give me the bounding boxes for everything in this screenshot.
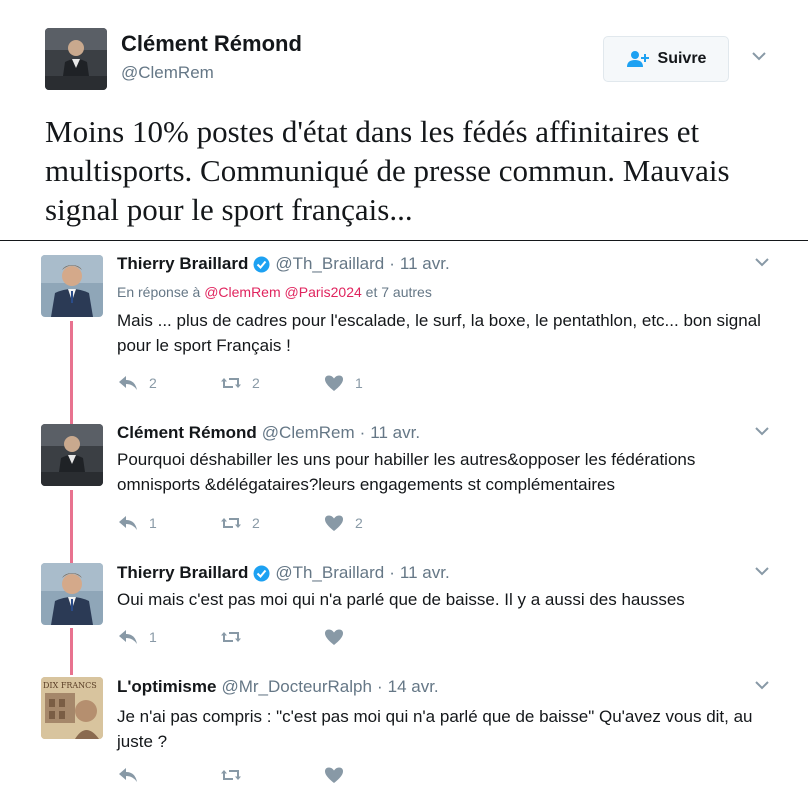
reply-action[interactable] <box>117 766 220 784</box>
retweet-icon <box>221 518 241 528</box>
retweet-count: 2 <box>252 515 260 531</box>
separator-dot: · <box>389 254 395 273</box>
reply-author-handle[interactable]: @Th_Braillard <box>275 254 384 274</box>
heart-icon <box>325 375 343 391</box>
main-author-avatar[interactable] <box>45 28 107 90</box>
reply-author-name[interactable]: Thierry Braillard <box>117 563 248 583</box>
like-action[interactable] <box>323 628 426 646</box>
like-action[interactable] <box>323 766 426 784</box>
tweet-actions: 1 <box>117 628 426 646</box>
follow-button-label: Suivre <box>657 50 707 67</box>
in-reply-prefix: En réponse à <box>117 284 201 300</box>
reply-count: 1 <box>149 515 157 531</box>
separator-dot: · <box>389 563 395 582</box>
chevron-down-icon[interactable] <box>751 50 767 62</box>
main-author-handle[interactable]: @ClemRem <box>121 63 214 83</box>
retweet-action[interactable] <box>220 628 323 646</box>
tweet-actions <box>117 766 426 784</box>
reply-icon <box>119 630 137 644</box>
reply-author-name[interactable]: Clément Rémond <box>117 423 257 443</box>
reply-text: Oui mais c'est pas moi qui n'a parlé que… <box>117 590 685 609</box>
retweet-action[interactable]: 2 <box>220 514 323 532</box>
person-add-icon <box>626 51 649 67</box>
like-action[interactable]: 2 <box>323 514 426 532</box>
reply-avatar[interactable]: DIX FRANCS <box>41 677 103 739</box>
retweet-action[interactable] <box>220 766 323 784</box>
follow-button[interactable]: Suivre <box>603 36 729 82</box>
thread-line <box>70 628 73 675</box>
in-reply-to: En réponse à @ClemRem @Paris2024 et 7 au… <box>117 284 432 300</box>
heart-icon <box>325 515 343 531</box>
reply-icon <box>119 516 137 530</box>
chevron-down-icon[interactable] <box>754 425 770 437</box>
main-tweet-text: Moins 10% postes d'état dans les fédés a… <box>45 114 730 227</box>
reply-text: Je n'ai pas compris : "c'est pas moi qui… <box>117 707 753 751</box>
reply-text: Mais ... plus de cadres pour l'escalade,… <box>117 311 761 355</box>
reply-action[interactable]: 2 <box>117 374 220 392</box>
retweet-action[interactable]: 2 <box>220 374 323 392</box>
verified-badge-icon <box>253 256 270 272</box>
chevron-down-icon[interactable] <box>754 565 770 577</box>
like-count: 1 <box>355 375 363 391</box>
chevron-down-icon[interactable] <box>754 679 770 691</box>
thread-line <box>70 490 73 563</box>
in-reply-suffix[interactable]: et 7 autres <box>366 284 432 300</box>
reply-author-name[interactable]: Thierry Braillard <box>117 254 248 274</box>
heart-icon <box>325 767 343 783</box>
reply-author-handle[interactable]: @Mr_DocteurRalph <box>221 677 371 697</box>
reply-avatar[interactable] <box>41 563 103 625</box>
retweet-icon <box>221 378 241 388</box>
reply-avatar[interactable] <box>41 255 103 317</box>
chevron-down-icon[interactable] <box>754 256 770 268</box>
heart-icon <box>325 629 343 645</box>
retweet-icon <box>221 770 241 780</box>
reply-icon <box>119 376 137 390</box>
reply-icon <box>119 768 137 782</box>
reply-timestamp[interactable]: 14 avr. <box>388 677 439 697</box>
separator-dot: · <box>359 423 366 442</box>
tweet-actions: 2 2 1 <box>117 374 426 392</box>
reply-author-handle[interactable]: @ClemRem <box>262 423 355 443</box>
reply-timestamp[interactable]: 11 avr. <box>370 423 420 443</box>
retweet-count: 2 <box>252 375 260 391</box>
reply-author-name[interactable]: L'optimisme <box>117 677 216 697</box>
like-action[interactable]: 1 <box>323 374 426 392</box>
reply-avatar[interactable] <box>41 424 103 486</box>
reply-text: Pourquoi déshabiller les uns pour habill… <box>117 450 696 494</box>
main-author-name[interactable]: Clément Rémond <box>121 31 302 57</box>
reply-author-handle[interactable]: @Th_Braillard <box>275 563 384 583</box>
reply-action[interactable]: 1 <box>117 514 220 532</box>
reply-action[interactable]: 1 <box>117 628 220 646</box>
divider <box>0 240 808 241</box>
tweet-actions: 1 2 2 <box>117 514 426 532</box>
reply-count: 1 <box>149 629 157 645</box>
retweet-icon <box>221 632 241 642</box>
banknote-text: DIX FRANCS <box>43 681 97 690</box>
separator-dot: · <box>376 677 383 696</box>
like-count: 2 <box>355 515 363 531</box>
reply-timestamp[interactable]: 11 avr. <box>400 563 450 583</box>
reply-count: 2 <box>149 375 157 391</box>
thread-line <box>70 321 73 424</box>
reply-timestamp[interactable]: 11 avr. <box>400 254 450 274</box>
verified-badge-icon <box>253 565 270 581</box>
in-reply-mentions[interactable]: @ClemRem @Paris2024 <box>204 284 362 300</box>
